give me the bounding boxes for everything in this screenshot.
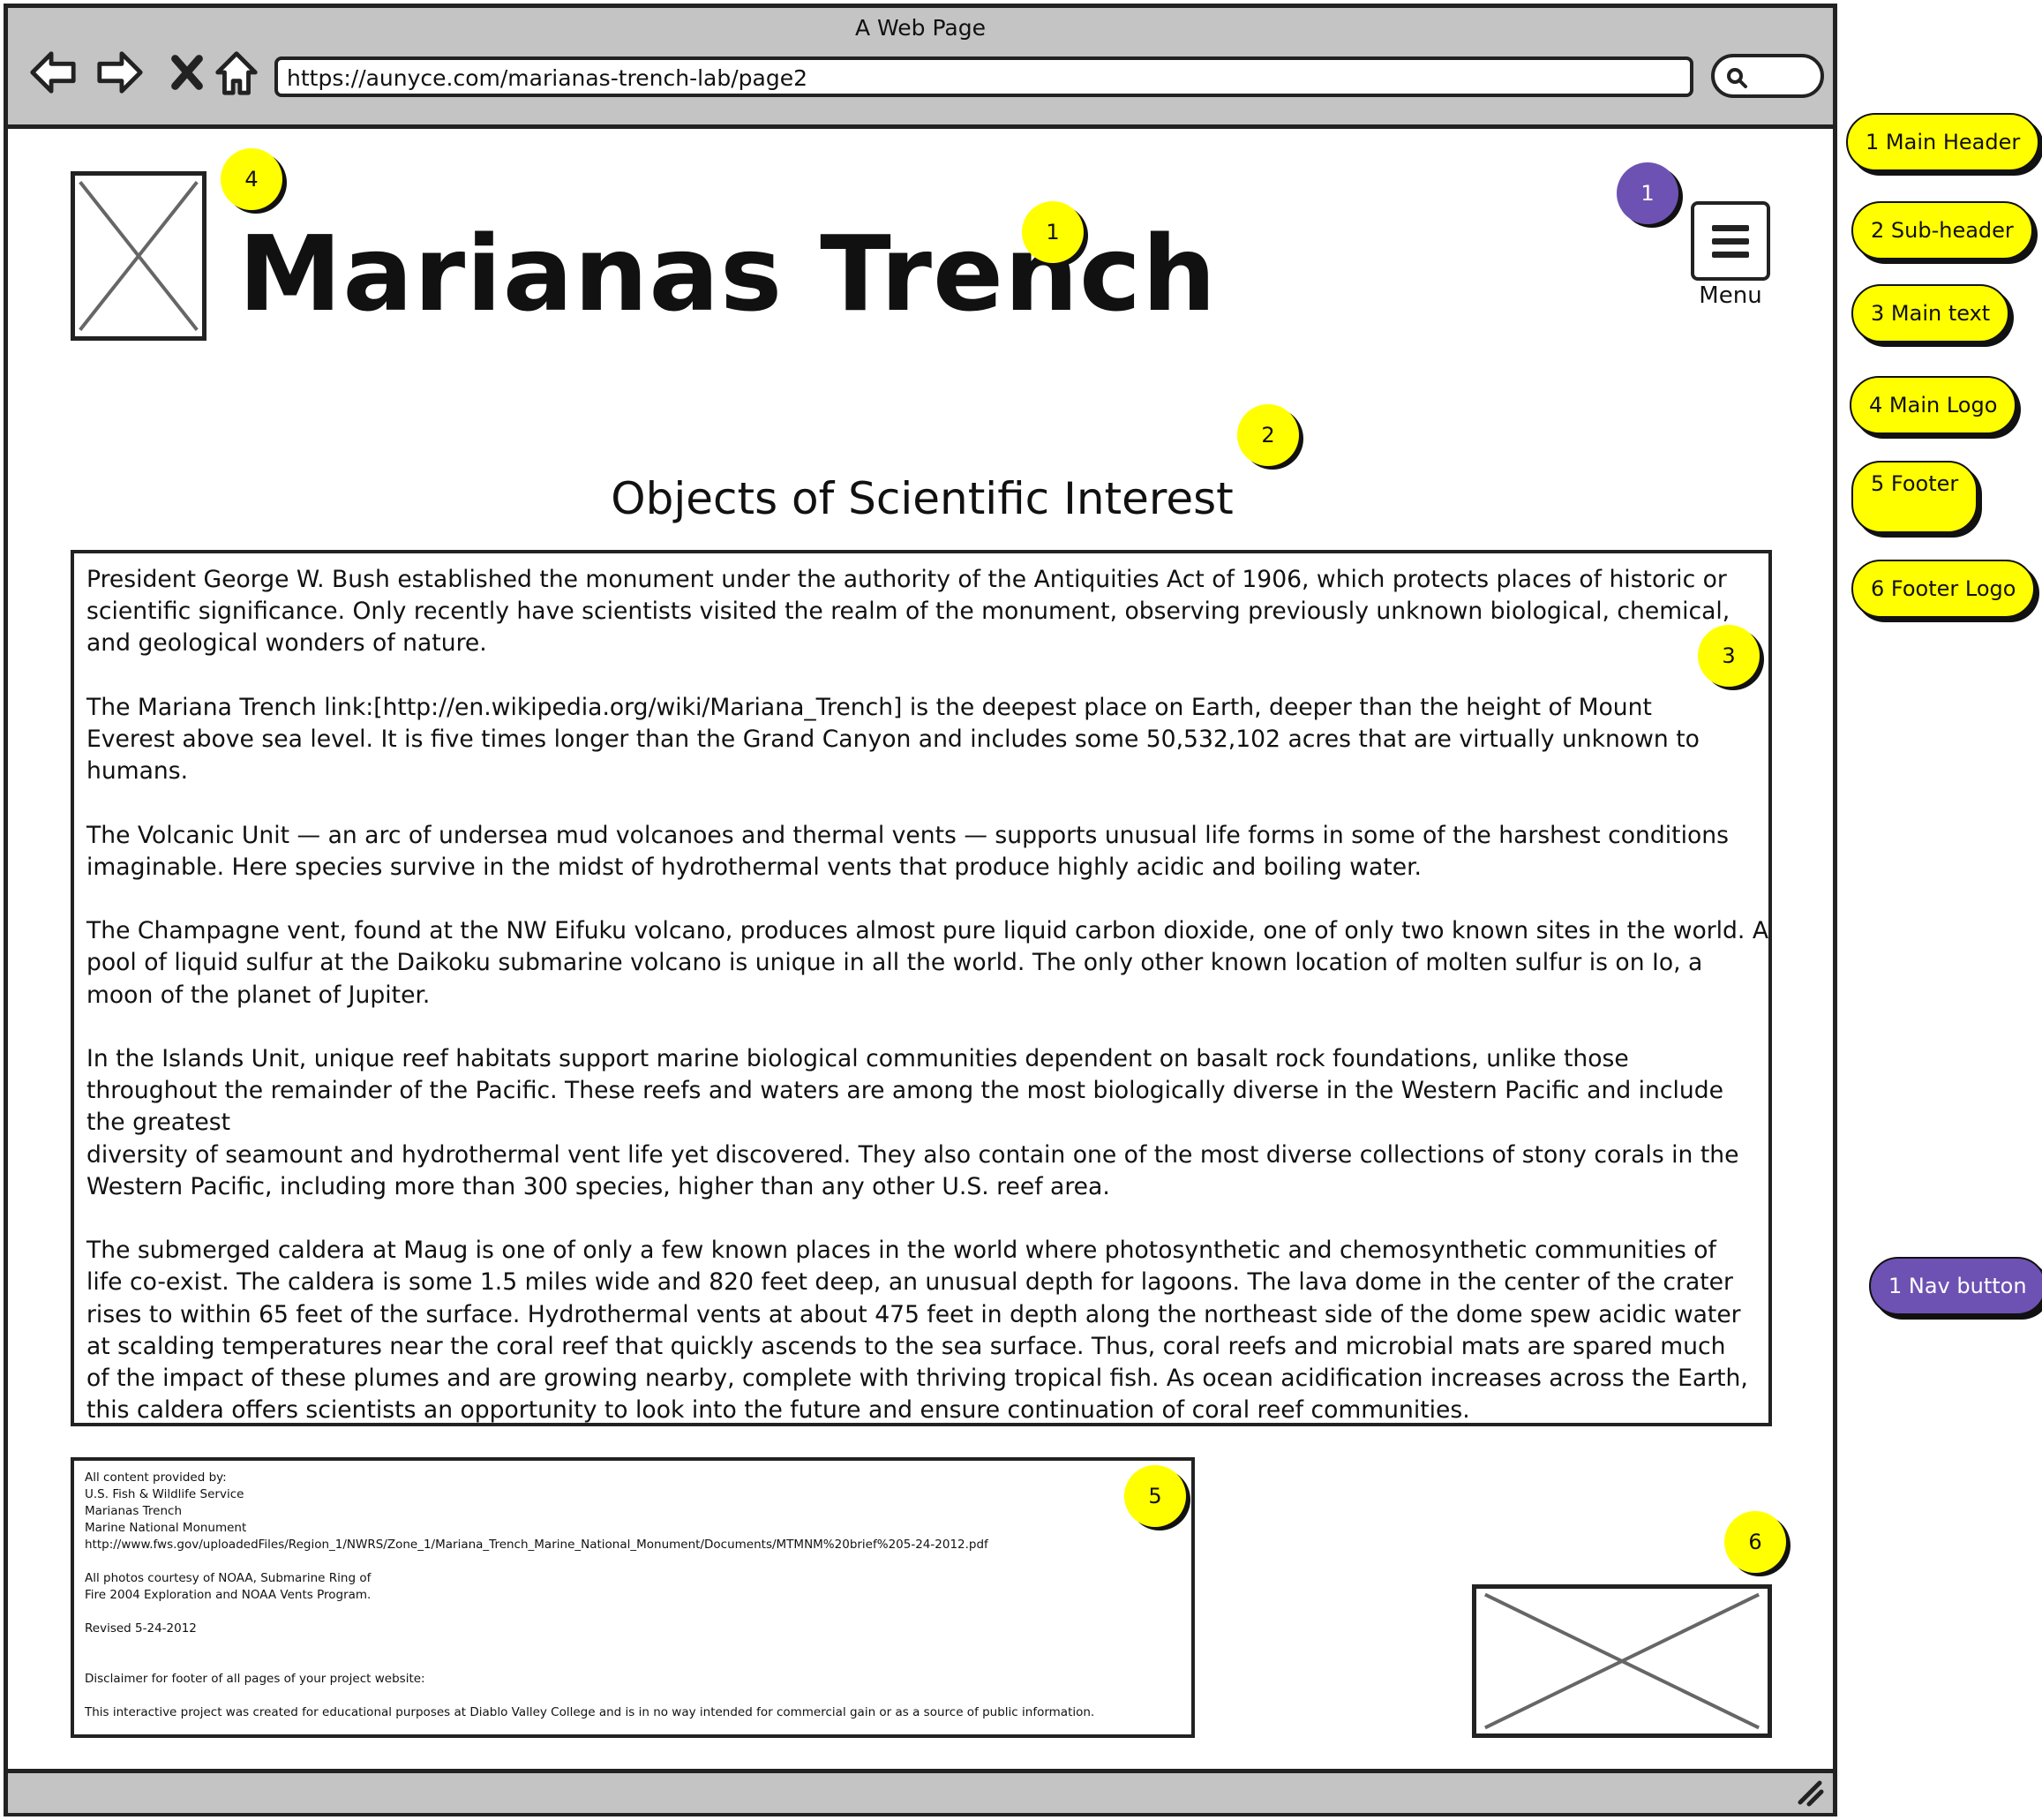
main-text-line: moon of the planet of Jupiter. (86, 981, 431, 1009)
forward-button[interactable] (93, 45, 147, 100)
main-text-paragraph: In the Islands Unit, unique reef habitat… (86, 1043, 1761, 1203)
annotation-marker-footer-logo: 6 (1724, 1511, 1786, 1573)
main-text-line: of the impact of these plumes and are gr… (86, 1365, 1748, 1392)
stop-button[interactable] (160, 45, 214, 100)
main-text-paragraph: The Champagne vent, found at the NW Eifu… (86, 915, 1769, 1012)
main-text-line: pool of liquid sulfur at the Daikoku sub… (86, 949, 1703, 977)
main-text-line: this caldera offers scientists an opport… (86, 1396, 1470, 1425)
browser-toolbar: A Web Page https://aunyce.com/marianas-t… (8, 8, 1833, 129)
footer-line: http://www.fws.gov/uploadedFiles/Region_… (85, 1538, 988, 1552)
legend-main-logo: 4 Main Logo (1850, 376, 2017, 434)
annotation-marker-footer: 5 (1124, 1465, 1186, 1527)
footer: All content provided by: U.S. Fish & Wild… (71, 1457, 1195, 1738)
home-button[interactable] (209, 45, 264, 100)
main-text-line: life co-exist. The caldera is some 1.5 m… (86, 1268, 1733, 1297)
close-icon (171, 55, 203, 90)
footer-line: Fire 2004 Exploration and NOAA Vents Pro… (85, 1588, 372, 1602)
main-text-line: scientific significance. Only recently h… (86, 598, 1730, 626)
main-text-paragraph: The Mariana Trench link:[http://en.wikip… (86, 692, 1761, 788)
main-text-line: humans. (86, 757, 189, 786)
footer-line: All content provided by: (85, 1470, 227, 1485)
main-logo-placeholder (71, 171, 206, 341)
main-text-line: President George W. Bush established the… (86, 566, 1727, 593)
annotation-marker-sub-header: 2 (1237, 404, 1299, 466)
main-text-paragraph: President George W. Bush established the… (86, 564, 1761, 660)
menu-label: Menu (1699, 282, 1762, 309)
footer-line: This interactive project was created for… (85, 1705, 1095, 1719)
main-text-box: President George W. Bush established the… (71, 550, 1772, 1426)
sub-header: Objects of Scientific Interest (611, 473, 1234, 524)
back-arrow-icon (30, 51, 76, 94)
footer-line: Revised 5-24-2012 (85, 1621, 197, 1636)
footer-line (85, 1637, 1181, 1654)
footer-line: Marianas Trench (85, 1504, 183, 1518)
main-text-line: Everest above sea level. It is five time… (86, 726, 1700, 753)
search-icon (1727, 68, 1747, 88)
main-text-line: The Mariana Trench link:[http://en.wikip… (86, 693, 1652, 721)
main-text-line: The submerged caldera at Maug is one of … (86, 1237, 1716, 1265)
annotation-marker-main-text: 3 (1698, 625, 1760, 687)
main-text-line: Western Pacific, including more than 300… (86, 1172, 1110, 1200)
browser-search-field[interactable] (1711, 54, 1824, 98)
annotation-marker-nav-button: 1 (1617, 162, 1678, 224)
back-button[interactable] (26, 45, 80, 100)
browser-status-bar (8, 1769, 1833, 1813)
footer-line: Disclaimer for footer of all pages of yo… (85, 1672, 425, 1686)
annotation-marker-main-header: 1 (1022, 201, 1084, 263)
main-text-line: The Champagne vent, found at the NW Eifu… (86, 917, 1769, 945)
legend-footer: 5 Footer (1851, 461, 1978, 533)
footer-line: U.S. Fish & Wildlife Service (85, 1487, 244, 1501)
legend-main-text: 3 Main text (1851, 284, 2010, 342)
main-text: President George W. Bush established the… (86, 564, 1769, 1426)
legend-footer-logo: 6 Footer Logo (1851, 560, 2036, 618)
main-text-line: diversity of seamount and hydrothermal v… (86, 1140, 1739, 1169)
resize-grip-icon[interactable] (1795, 1778, 1825, 1808)
forward-arrow-icon (97, 51, 143, 94)
footer-line: Marine National Monument (85, 1521, 247, 1535)
annotation-marker-main-logo: 4 (221, 148, 282, 210)
main-text-line: The Volcanic Unit — an arc of undersea m… (86, 821, 1729, 849)
window-title: A Web Page (854, 15, 987, 41)
footer-line (85, 1553, 1181, 1570)
footer-line: All photos courtesy of NOAA, Submarine R… (85, 1571, 372, 1585)
legend-nav-button: 1 Nav button (1869, 1257, 2042, 1315)
footer-line (85, 1604, 1181, 1621)
footer-logo-placeholder (1472, 1584, 1772, 1738)
main-text-line: throughout the remainder of the Pacific.… (86, 1077, 1724, 1105)
main-text-line: rises to within 65 feet of the surface. … (86, 1300, 1741, 1328)
main-text-paragraph: The Volcanic Unit — an arc of undersea m… (86, 820, 1761, 884)
url-bar[interactable]: https://aunyce.com/marianas-trench-lab/p… (274, 56, 1693, 97)
main-text-line: imaginable. Here species survive in the … (86, 853, 1423, 881)
footer-line (85, 1654, 1181, 1671)
home-icon (215, 51, 258, 95)
menu-button[interactable] (1691, 201, 1770, 281)
legend-sub-header: 2 Sub-header (1851, 201, 2033, 259)
legend-main-header: 1 Main Header (1846, 113, 2040, 171)
footer-line (85, 1688, 1181, 1704)
main-text-line: In the Islands Unit, unique reef habitat… (86, 1044, 1629, 1072)
main-text-paragraph: The submerged caldera at Maug is one of … (86, 1235, 1761, 1426)
hamburger-menu-icon (1712, 224, 1749, 231)
main-text-line: the greatest (86, 1109, 231, 1137)
main-text-line: and geological wonders of nature. (86, 629, 487, 658)
main-text-line: at scalding temperatures near the coral … (86, 1332, 1726, 1360)
